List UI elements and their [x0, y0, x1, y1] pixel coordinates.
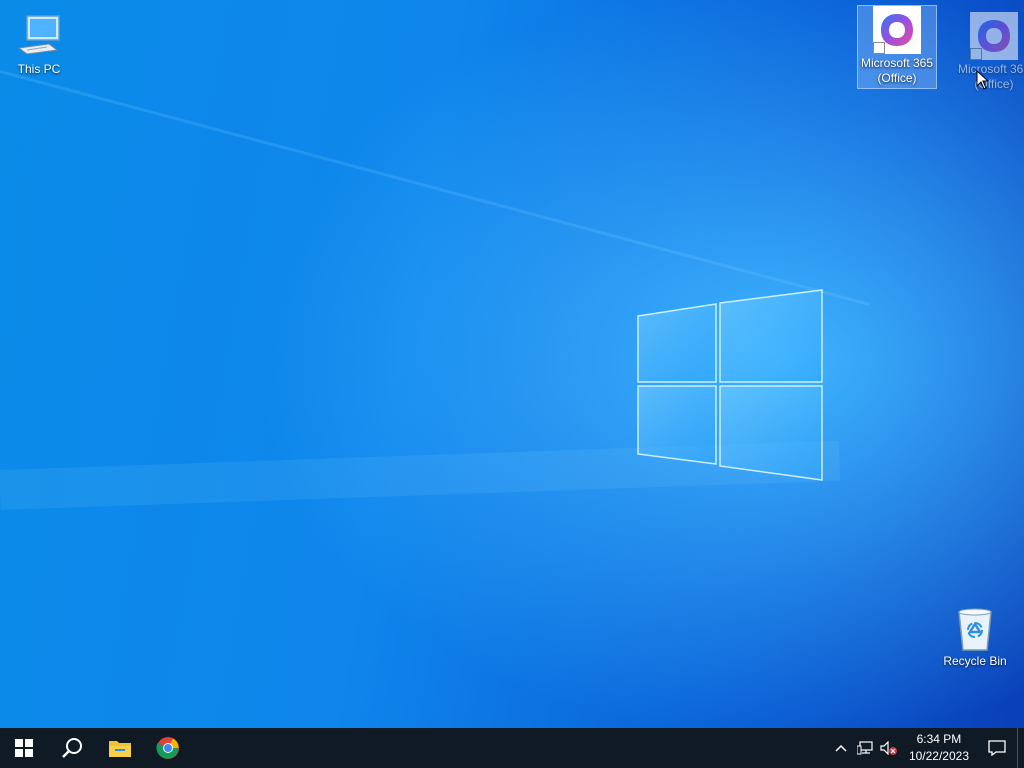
mouse-cursor-icon — [976, 70, 990, 90]
shortcut-arrow-icon — [970, 48, 982, 60]
volume-muted-icon — [880, 741, 897, 755]
desktop-icon-label: This PC — [17, 62, 61, 76]
volume-button[interactable] — [877, 728, 901, 768]
light-beam — [0, 70, 870, 306]
desktop-icon-recycle-bin[interactable]: Recycle Bin — [936, 598, 1014, 669]
network-button[interactable] — [853, 728, 877, 768]
windows-logo-wallpaper — [637, 289, 823, 481]
desktop-icon-microsoft-365[interactable]: Microsoft 365 (Office) — [857, 5, 937, 89]
recycle-bin-icon — [951, 604, 999, 652]
search-button[interactable] — [48, 728, 96, 768]
chevron-up-icon — [835, 744, 847, 752]
desktop-icon-label: Recycle Bin — [943, 654, 1007, 668]
network-icon — [856, 741, 873, 755]
search-icon — [62, 738, 82, 758]
clock-date: 10/22/2023 — [908, 749, 969, 763]
action-center-button[interactable] — [977, 728, 1017, 768]
chrome-icon — [156, 737, 179, 759]
show-hidden-icons-button[interactable] — [829, 728, 853, 768]
file-explorer-button[interactable] — [96, 728, 144, 768]
taskbar: 6:34 PM 10/22/2023 — [0, 728, 1024, 768]
microsoft-365-icon — [970, 12, 1018, 60]
show-desktop-button[interactable] — [1017, 728, 1024, 768]
desktop-background[interactable]: This PC Microsoft 365 (Office) Microsoft… — [0, 0, 1024, 728]
microsoft-365-icon — [873, 6, 921, 54]
clock-button[interactable]: 6:34 PM 10/22/2023 — [901, 731, 977, 765]
chrome-button[interactable] — [144, 728, 192, 768]
desktop-icon-this-pc[interactable]: This PC — [0, 6, 78, 77]
desktop-icon-label: Microsoft 365 (Office) — [957, 62, 1024, 91]
start-button[interactable] — [0, 728, 48, 768]
desktop-icon-label: Microsoft 365 (Office) — [860, 56, 934, 85]
notification-icon — [988, 740, 1006, 756]
computer-icon — [15, 12, 63, 60]
system-tray: 6:34 PM 10/22/2023 — [829, 728, 1024, 768]
clock-time: 6:34 PM — [916, 732, 962, 746]
shortcut-arrow-icon — [873, 42, 885, 54]
windows-start-icon — [15, 739, 33, 757]
file-explorer-icon — [109, 741, 131, 757]
dragged-icon-microsoft-365: Microsoft 365 (Office) — [956, 8, 1024, 92]
